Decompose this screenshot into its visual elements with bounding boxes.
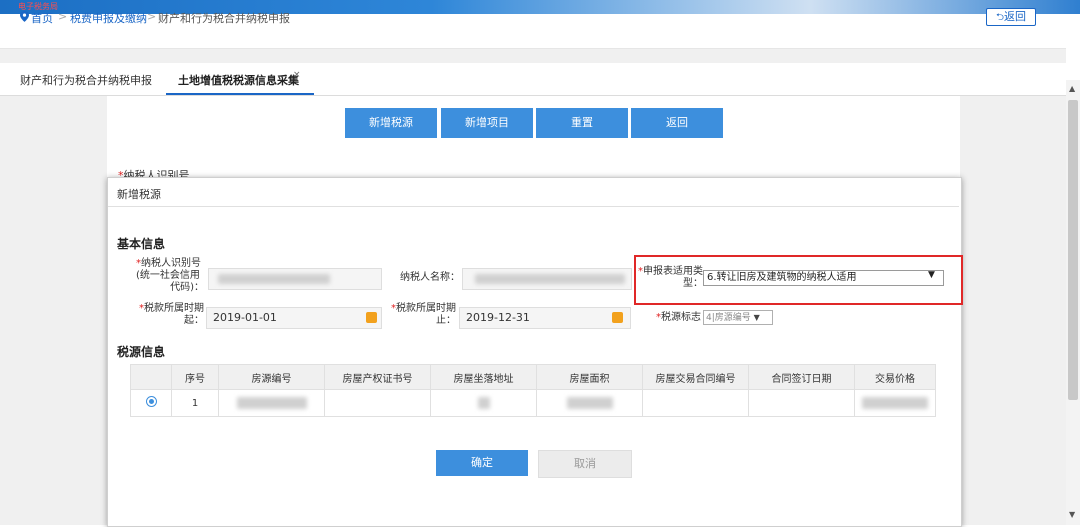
dialog-title-divider — [108, 206, 959, 207]
scroll-up-arrow-icon[interactable]: ▲ — [1069, 84, 1075, 93]
period-start-value: 2019-01-01 — [213, 311, 277, 324]
back-button-label: 返回 — [1004, 10, 1026, 23]
source-flag-select[interactable]: 4|房源编号 ▼ — [703, 310, 773, 325]
column-header-contract-date: 合同签订日期 — [748, 364, 855, 390]
certificate-no-cell — [324, 389, 431, 417]
table-header-row: 序号 房源编号 房屋产权证书号 房屋坐落地址 房屋面积 房屋交易合同编号 合同签… — [130, 364, 936, 390]
source-table: 序号 房源编号 房屋产权证书号 房屋坐落地址 房屋面积 房屋交易合同编号 合同签… — [130, 364, 936, 417]
return-button[interactable]: 返回 — [631, 108, 723, 138]
row-index: 1 — [171, 389, 219, 417]
calendar-icon[interactable] — [366, 312, 377, 323]
dialog-title: 新增税源 — [117, 188, 161, 201]
table-row[interactable]: 1 — [130, 389, 936, 417]
breadcrumb-tax-declaration-link[interactable]: 税费申报及缴纳 — [70, 10, 147, 26]
column-header-area: 房屋面积 — [536, 364, 643, 390]
scroll-down-arrow-icon[interactable]: ▼ — [1069, 510, 1075, 519]
house-no-cell — [218, 389, 325, 417]
source-flag-dropdown-icon: ▼ — [753, 313, 760, 322]
scrollbar-thumb[interactable] — [1068, 100, 1078, 400]
period-start-field[interactable]: 2019-01-01 — [206, 307, 382, 329]
confirm-button[interactable]: 确定 — [436, 450, 528, 476]
page-margin-left — [0, 96, 107, 525]
taxpayer-name-label: 纳税人名称： — [400, 272, 460, 283]
tab-bar — [0, 63, 1066, 96]
taxpayer-id-label-behind: *纳税人识别号 — [118, 169, 190, 177]
active-tab-indicator — [166, 93, 314, 95]
redacted-price — [862, 397, 928, 409]
page-margin-right — [960, 96, 1066, 525]
redacted-taxpayer-name — [475, 274, 625, 284]
period-end-label: *税款所属时期 止： — [391, 303, 456, 326]
period-end-value: 2019-12-31 — [466, 311, 530, 324]
source-flag-value: 4|房源编号 — [706, 313, 751, 323]
basic-info-heading: 基本信息 — [117, 237, 166, 251]
calendar-icon[interactable] — [612, 312, 623, 323]
tab-land-vat-source[interactable]: 土地增值税税源信息采集 — [178, 72, 299, 88]
redacted-area — [566, 397, 613, 409]
add-project-button[interactable]: 新增项目 — [441, 108, 533, 138]
column-header-certificate-no: 房屋产权证书号 — [324, 364, 431, 390]
cancel-button[interactable]: 取消 — [538, 450, 632, 478]
source-info-heading: 税源信息 — [117, 345, 166, 359]
column-header-index: 序号 — [171, 364, 219, 390]
column-header-contract-no: 房屋交易合同编号 — [642, 364, 749, 390]
back-button[interactable]: ⮌返回 — [986, 8, 1036, 26]
taxpayer-id-label: *纳税人识别号 (统一社会信用 代码)： — [136, 258, 204, 293]
reset-button[interactable]: 重置 — [536, 108, 628, 138]
area-cell — [536, 389, 643, 417]
redacted-taxpayer-id — [218, 274, 330, 284]
row-select-cell[interactable] — [130, 389, 172, 417]
redacted-address — [477, 397, 490, 409]
column-header-price: 交易价格 — [854, 364, 936, 390]
contract-date-cell — [748, 389, 855, 417]
location-pin-icon — [20, 11, 29, 22]
add-source-button[interactable]: 新增税源 — [345, 108, 437, 138]
price-cell — [854, 389, 936, 417]
return-arrow-icon: ⮌ — [995, 12, 1004, 23]
breadcrumb-current: 财产和行为税合并纳税申报 — [158, 12, 290, 25]
address-cell — [430, 389, 537, 417]
source-flag-label: *税源标志 — [656, 312, 701, 323]
breadcrumb-separator: > — [58, 10, 68, 23]
breadcrumb-separator: > — [147, 10, 157, 23]
add-source-dialog — [107, 177, 962, 527]
column-header-house-no: 房源编号 — [218, 364, 325, 390]
tab-close-icon[interactable]: × — [293, 70, 301, 80]
column-header-select — [130, 364, 172, 390]
breadcrumb-home-link[interactable]: 首页 — [31, 10, 53, 26]
period-start-label: *税款所属时期 起： — [139, 303, 204, 326]
period-end-field[interactable]: 2019-12-31 — [459, 307, 631, 329]
contract-no-cell — [642, 389, 749, 417]
highlight-box — [634, 255, 963, 305]
column-header-address: 房屋坐落地址 — [430, 364, 537, 390]
redacted-house-no — [236, 397, 307, 409]
tab-property-behavior-tax[interactable]: 财产和行为税合并纳税申报 — [20, 72, 152, 88]
row-radio-button[interactable] — [145, 396, 157, 407]
divider-strip — [0, 49, 1066, 63]
